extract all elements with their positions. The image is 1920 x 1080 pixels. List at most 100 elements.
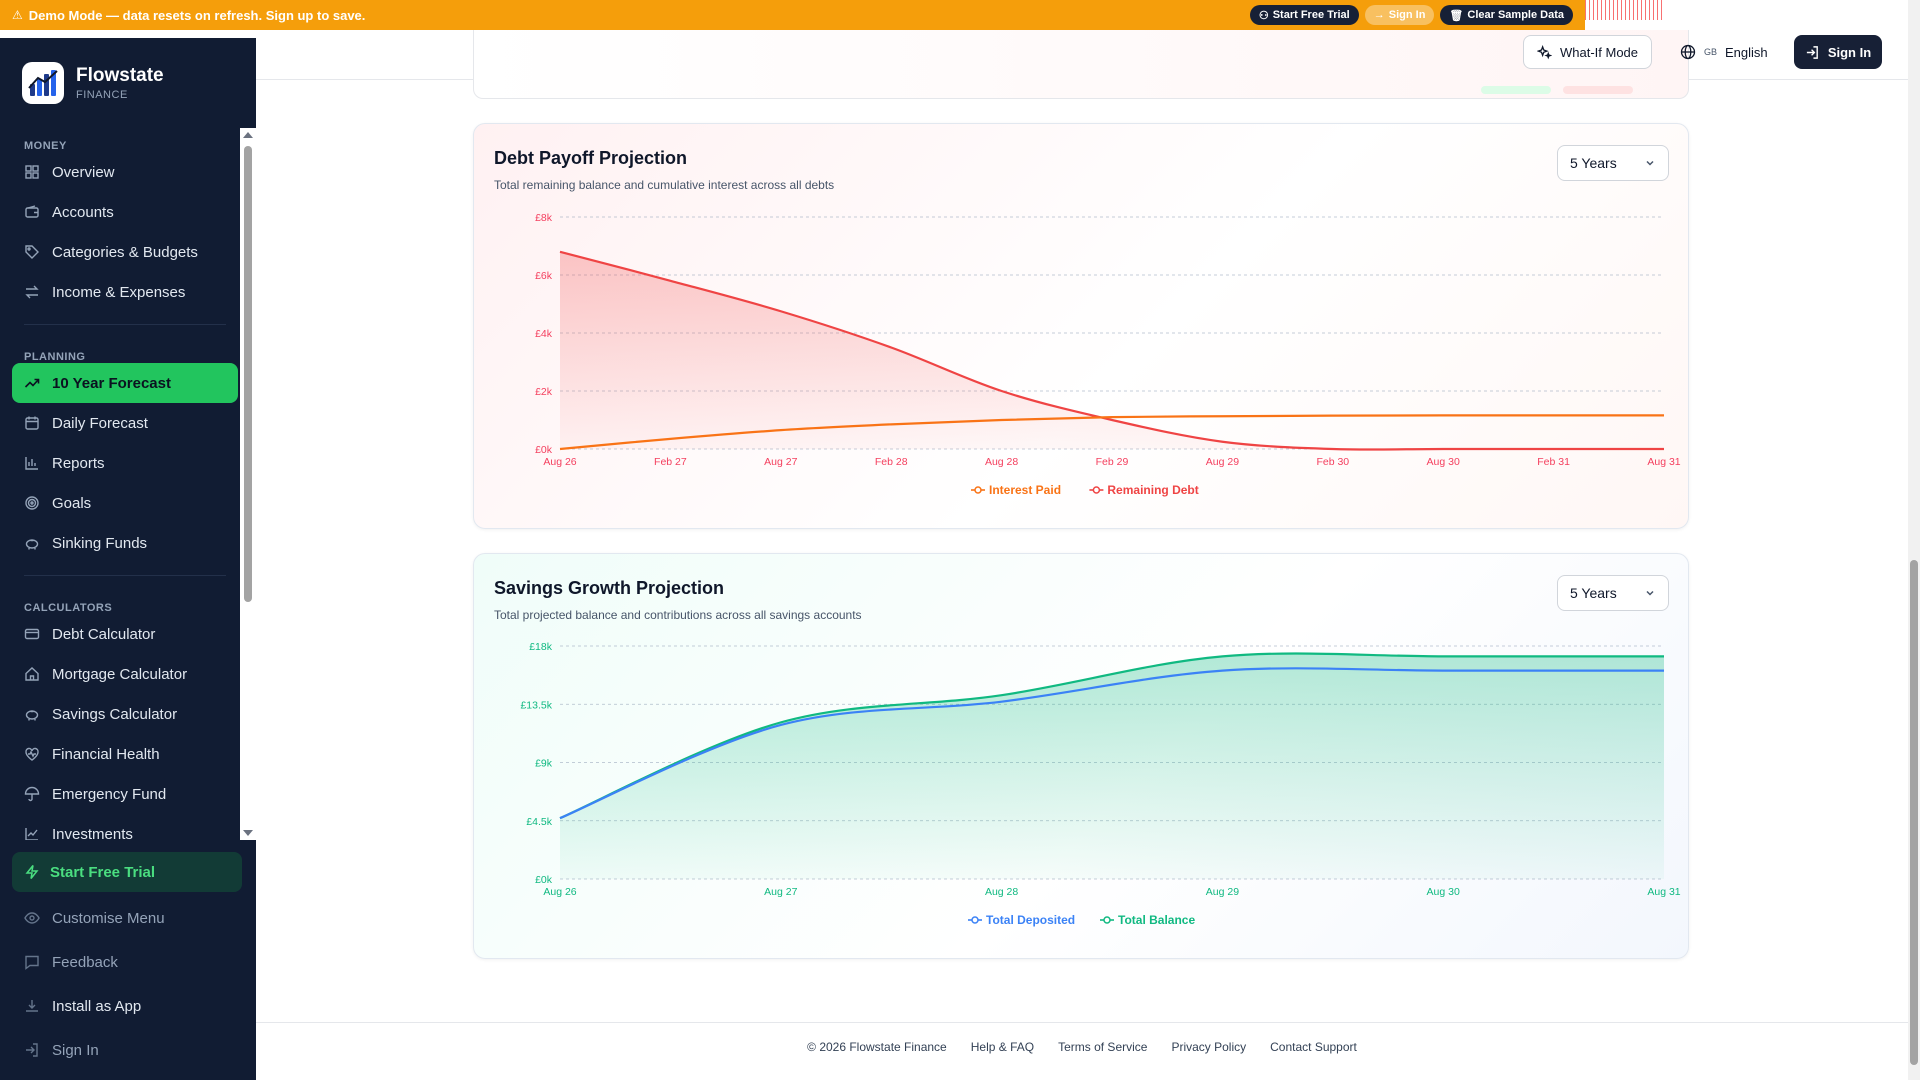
sidebar-item-label: Savings Calculator — [52, 705, 178, 723]
sidebar-item-label: Income & Expenses — [52, 283, 186, 301]
piggy-bank-icon — [25, 710, 39, 721]
sidebar-item-label: Reports — [52, 454, 105, 472]
sidebar-scrollbar[interactable] — [240, 128, 256, 840]
y-tick-label: £0k — [535, 444, 553, 456]
sidebar-item-debt-calculator[interactable]: Debt Calculator — [12, 614, 238, 654]
x-tick-label: Aug 31 — [1647, 456, 1680, 468]
footer-help-link[interactable]: Help & FAQ — [971, 1040, 1034, 1054]
customise-menu-label: Customise Menu — [52, 909, 165, 927]
sidebar-item-investments[interactable]: Investments — [12, 814, 238, 840]
x-tick-label: Aug 30 — [1427, 886, 1460, 898]
header-sign-in-button[interactable]: Sign In — [1794, 35, 1882, 69]
footer-divider — [256, 1022, 1908, 1023]
footer-terms-link[interactable]: Terms of Service — [1058, 1040, 1147, 1054]
sparkles-icon — [1536, 44, 1552, 59]
banner-actions: ⚇ Start Free Trial → Sign In 🗑 Clear Sam… — [1249, 5, 1573, 25]
x-tick-label: Aug 31 — [1647, 886, 1680, 898]
brand[interactable]: Flowstate FINANCE — [22, 62, 164, 104]
section-label-planning: PLANNING — [24, 351, 86, 363]
sidebar-item-10-year-forecast[interactable]: 10 Year Forecast — [12, 363, 238, 403]
scroll-up-arrow[interactable] — [243, 132, 253, 138]
previous-chart-legend — [1481, 86, 1633, 94]
x-tick-label: Feb 28 — [875, 456, 908, 468]
sidebar-item-categories-budgets[interactable]: Categories & Budgets — [12, 232, 238, 272]
demo-banner-text: Demo Mode — data resets on refresh. Sign… — [28, 7, 366, 23]
sidebar-item-daily-forecast[interactable]: Daily Forecast — [12, 403, 238, 443]
banner-clear-data-label: Clear Sample Data — [1467, 9, 1564, 21]
sidebar-sign-in-button[interactable]: Sign In — [12, 1028, 242, 1072]
sidebar-item-accounts[interactable]: Accounts — [12, 192, 238, 232]
warning-icon: ⚠ — [12, 8, 23, 22]
legend-swatch-red — [1563, 86, 1633, 94]
banner-start-trial-label: Start Free Trial — [1272, 9, 1350, 21]
legend-label: Total Deposited — [986, 913, 1075, 927]
sidebar-item-label: Daily Forecast — [52, 414, 148, 432]
sidebar-item-label: Financial Health — [52, 745, 160, 763]
x-tick-label: Aug 27 — [764, 886, 797, 898]
x-tick-label: Aug 26 — [543, 886, 576, 898]
demo-banner: ⚠ Demo Mode — data resets on refresh. Si… — [0, 0, 1585, 30]
flowstate-logo — [22, 62, 64, 104]
sidebar-item-emergency-fund[interactable]: Emergency Fund — [12, 774, 238, 814]
sidebar-item-label: Mortgage Calculator — [52, 665, 188, 683]
sidebar-item-label: Categories & Budgets — [52, 243, 198, 261]
trash-icon: 🗑 — [1449, 9, 1464, 22]
page-scroll-thumb[interactable] — [1910, 560, 1918, 1065]
sidebar-start-trial-button[interactable]: Start Free Trial — [12, 852, 242, 892]
y-tick-label: £9k — [535, 758, 553, 770]
eye-icon — [24, 912, 40, 924]
piggy-bank-icon — [25, 539, 39, 550]
legend-marker — [1103, 916, 1111, 924]
sidebar-item-label: Goals — [52, 494, 92, 512]
sidebar-item-mortgage-calculator[interactable]: Mortgage Calculator — [12, 654, 238, 694]
sidebar-item-income-expenses[interactable]: Income & Expenses — [12, 272, 238, 312]
legend-swatch-green — [1481, 86, 1551, 94]
x-tick-label: Aug 30 — [1427, 456, 1460, 468]
sidebar-item-goals[interactable]: Goals — [12, 483, 238, 523]
sign-in-icon — [26, 1043, 38, 1057]
customise-menu-button[interactable]: Customise Menu — [12, 896, 242, 940]
legend-label: Remaining Debt — [1107, 483, 1198, 497]
x-tick-label: Feb 27 — [654, 456, 687, 468]
footer-privacy-link[interactable]: Privacy Policy — [1171, 1040, 1246, 1054]
scroll-down-arrow[interactable] — [243, 830, 253, 836]
debt-payoff-chart: £0k £2k £4k £6k £8k Aug 26 Feb 27 Aug 27 Feb 28 A… — [535, 212, 1681, 497]
x-tick-label: Aug 28 — [985, 886, 1018, 898]
banner-start-trial-button[interactable]: ⚇ Start Free Trial — [1249, 5, 1359, 25]
sidebar-item-overview[interactable]: Overview — [12, 152, 238, 192]
sidebar-scroll-thumb[interactable] — [244, 146, 252, 602]
language-label: English — [1725, 44, 1768, 60]
banner-clear-data-button[interactable]: 🗑 Clear Sample Data — [1440, 5, 1573, 25]
sidebar-bottom: Start Free Trial Customise Menu Feedback… — [12, 852, 242, 1072]
install-app-button[interactable]: Install as App — [12, 984, 242, 1028]
savings-growth-chart: £0k £4.5k £9k £13.5k £18k Aug 26 Aug 27 Aug 28 A… — [520, 641, 1680, 927]
footer: © 2026 Flowstate Finance Help & FAQ Term… — [256, 1040, 1908, 1054]
section-label-calculators: CALCULATORS — [24, 602, 113, 614]
heart-pulse-icon — [25, 747, 39, 761]
feedback-button[interactable]: Feedback — [12, 940, 242, 984]
savings-growth-card: Savings Growth Projection Total projecte… — [473, 553, 1689, 959]
banner-sign-in-button[interactable]: → Sign In — [1364, 5, 1435, 25]
bar-chart-icon — [25, 457, 38, 470]
legend-label: Total Balance — [1118, 913, 1195, 927]
sidebar-item-label: Debt Calculator — [52, 625, 156, 643]
what-if-mode-button[interactable]: What-If Mode — [1523, 35, 1652, 69]
sidebar-item-reports[interactable]: Reports — [12, 443, 238, 483]
sidebar-item-sinking-funds[interactable]: Sinking Funds — [12, 523, 238, 563]
sidebar-item-savings-calculator[interactable]: Savings Calculator — [12, 694, 238, 734]
legend-marker — [974, 486, 982, 494]
page-scrollbar[interactable] — [1908, 0, 1920, 1080]
x-tick-label: Aug 26 — [543, 456, 576, 468]
decorative-stripes — [1585, 0, 1665, 20]
language-selector[interactable]: GB English — [1680, 35, 1768, 69]
sidebar-item-label: 10 Year Forecast — [52, 374, 171, 392]
y-tick-label: £4k — [535, 328, 553, 340]
sidebar-item-financial-health[interactable]: Financial Health — [12, 734, 238, 774]
user-plus-icon: ⚇ — [1258, 9, 1269, 22]
sidebar-item-label: Investments — [52, 825, 133, 841]
what-if-mode-label: What-If Mode — [1559, 44, 1639, 60]
header-sign-in-label: Sign In — [1827, 44, 1872, 60]
sidebar-divider — [24, 575, 226, 576]
footer-contact-link[interactable]: Contact Support — [1270, 1040, 1357, 1054]
x-tick-label: Feb 30 — [1316, 456, 1349, 468]
